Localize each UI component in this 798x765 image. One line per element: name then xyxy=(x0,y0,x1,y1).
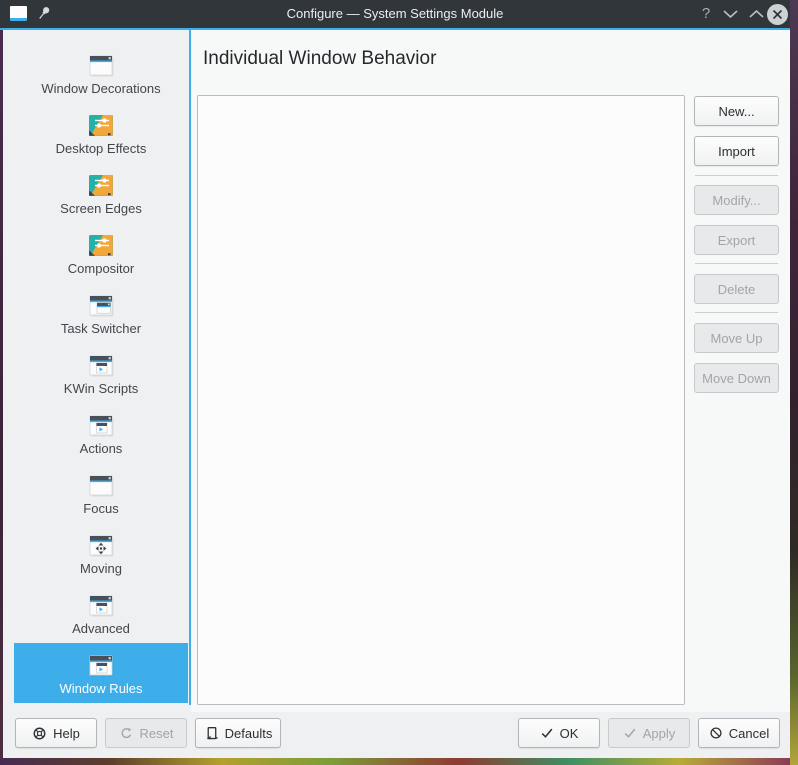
module-list: Window Decorations Desktop Effects xyxy=(14,43,190,703)
move-up-button[interactable]: Move Up xyxy=(694,323,779,353)
window-menu-icon[interactable] xyxy=(10,6,27,21)
desktop-edge-bottom xyxy=(0,758,790,765)
sidebar-item-label: Moving xyxy=(80,561,122,576)
apply-button[interactable]: Apply xyxy=(608,718,690,748)
new-button[interactable]: New... xyxy=(694,96,779,126)
sidebar-item-moving[interactable]: Moving xyxy=(14,523,188,583)
sidebar-item-focus[interactable]: Focus xyxy=(14,463,188,523)
button-label: Apply xyxy=(643,726,676,741)
move-down-button[interactable]: Move Down xyxy=(694,363,779,393)
window-title: Configure — System Settings Module xyxy=(0,0,790,28)
screen-edges-icon xyxy=(84,170,118,200)
defaults-button[interactable]: Defaults xyxy=(195,718,281,748)
sidebar-item-screen-edges[interactable]: Screen Edges xyxy=(14,163,188,223)
button-label: Modify... xyxy=(712,193,760,208)
sidebar-item-label: Compositor xyxy=(68,261,134,276)
sidebar-item-label: Desktop Effects xyxy=(56,141,147,156)
configure-dialog-window: Configure — System Settings Module ? xyxy=(0,0,790,758)
task-switcher-icon xyxy=(84,290,118,320)
help-button[interactable]: Help xyxy=(15,718,97,748)
defaults-icon xyxy=(204,726,219,741)
window-decorations-icon xyxy=(84,50,118,80)
rules-list[interactable] xyxy=(197,95,685,705)
button-label: Move Down xyxy=(702,371,771,386)
chevron-down-icon[interactable] xyxy=(723,10,738,18)
sidebar-item-task-switcher[interactable]: Task Switcher xyxy=(14,283,188,343)
help-icon xyxy=(32,726,47,741)
sidebar-item-label: Window Decorations xyxy=(41,81,160,96)
desktop-edge-right xyxy=(790,0,798,765)
sidebar-item-advanced[interactable]: Advanced xyxy=(14,583,188,643)
cancel-icon xyxy=(709,726,723,740)
sidebar-item-label: Advanced xyxy=(72,621,130,636)
desktop-edge-left xyxy=(0,30,3,765)
import-button[interactable]: Import xyxy=(694,136,779,166)
sidebar-item-window-decorations[interactable]: Window Decorations xyxy=(14,43,188,103)
button-label: Cancel xyxy=(729,726,769,741)
button-label: Move Up xyxy=(710,331,762,346)
sidebar-item-label: Actions xyxy=(80,441,123,456)
sidebar-item-kwin-scripts[interactable]: KWin Scripts xyxy=(14,343,188,403)
reset-button[interactable]: Reset xyxy=(105,718,187,748)
apply-check-icon xyxy=(623,726,637,740)
button-label: Export xyxy=(718,233,756,248)
reset-icon xyxy=(119,726,134,741)
compositor-icon xyxy=(84,230,118,260)
sidebar-item-label: Window Rules xyxy=(59,681,142,696)
separator xyxy=(695,263,778,264)
button-label: Delete xyxy=(718,282,756,297)
sidebar-item-label: Task Switcher xyxy=(61,321,141,336)
window-rules-icon xyxy=(84,650,118,680)
actions-icon xyxy=(84,410,118,440)
export-button[interactable]: Export xyxy=(694,225,779,255)
sidebar-item-label: Screen Edges xyxy=(60,201,142,216)
sidebar-item-window-rules[interactable]: Window Rules xyxy=(14,643,188,703)
button-label: Import xyxy=(718,144,755,159)
button-label: Defaults xyxy=(225,726,273,741)
separator xyxy=(695,312,778,313)
close-icon[interactable] xyxy=(767,4,788,25)
sidebar-item-label: KWin Scripts xyxy=(64,381,138,396)
ok-button[interactable]: OK xyxy=(518,718,600,748)
modify-button[interactable]: Modify... xyxy=(694,185,779,215)
advanced-icon xyxy=(84,590,118,620)
button-label: Help xyxy=(53,726,80,741)
sidebar-item-actions[interactable]: Actions xyxy=(14,403,188,463)
button-label: New... xyxy=(718,104,754,119)
sidebar-item-desktop-effects[interactable]: Desktop Effects xyxy=(14,103,188,163)
separator xyxy=(695,175,778,176)
sidebar-item-label: Focus xyxy=(83,501,118,516)
page-title: Individual Window Behavior xyxy=(203,48,436,70)
sidebar-item-compositor[interactable]: Compositor xyxy=(14,223,188,283)
context-help-button[interactable]: ? xyxy=(698,0,714,28)
button-label: OK xyxy=(560,726,579,741)
button-label: Reset xyxy=(140,726,174,741)
pin-icon[interactable] xyxy=(36,5,52,23)
titlebar: Configure — System Settings Module ? xyxy=(0,0,790,28)
kwin-scripts-icon xyxy=(84,350,118,380)
chevron-up-icon[interactable] xyxy=(749,10,764,18)
cancel-button[interactable]: Cancel xyxy=(698,718,780,748)
focus-icon xyxy=(84,470,118,500)
moving-icon xyxy=(84,530,118,560)
desktop-effects-icon xyxy=(84,110,118,140)
ok-check-icon xyxy=(540,726,554,740)
delete-button[interactable]: Delete xyxy=(694,274,779,304)
